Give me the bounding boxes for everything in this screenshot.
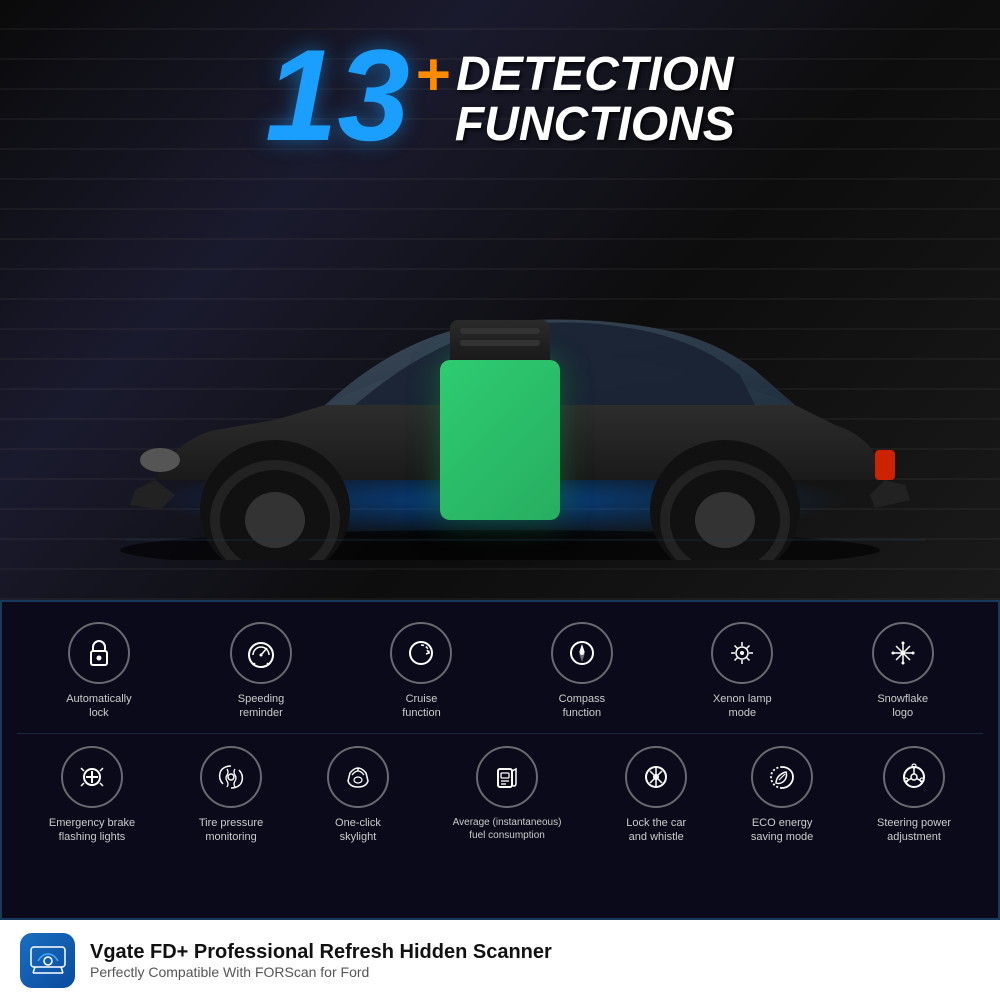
whistle-label: Lock the carand whistle <box>626 816 686 845</box>
detection-text: DETECTION FUNCTIONS <box>455 50 735 151</box>
feature-snowflake: Snowflakelogo <box>872 622 934 721</box>
eco-icon <box>751 746 813 808</box>
plus-sign: + <box>415 45 450 105</box>
feature-emergency-brake: Emergency brakeflashing lights <box>49 746 135 845</box>
device-connector <box>450 320 550 360</box>
snowflake-icon <box>872 622 934 684</box>
row-divider <box>17 733 983 734</box>
snowflake-label: Snowflakelogo <box>877 692 928 721</box>
bottom-text-container: Vgate FD+ Professional Refresh Hidden Sc… <box>90 941 552 980</box>
number-display: 13 <box>265 30 410 160</box>
steering-icon <box>883 746 945 808</box>
feature-steering: Steering poweradjustment <box>877 746 951 845</box>
detection-line1: DETECTION <box>455 50 735 100</box>
speeding-icon <box>230 622 292 684</box>
emergency-brake-label: Emergency brakeflashing lights <box>49 816 135 845</box>
cruise-icon <box>390 622 452 684</box>
xenon-icon <box>711 622 773 684</box>
detection-line2: FUNCTIONS <box>455 100 735 150</box>
device-body <box>440 360 560 520</box>
auto-lock-icon <box>68 622 130 684</box>
fuel-label: Average (instantaneous)fuel consumption <box>453 816 562 842</box>
bottom-title: Vgate FD+ Professional Refresh Hidden Sc… <box>90 941 552 964</box>
feature-eco: ECO energysaving mode <box>751 746 813 845</box>
auto-lock-label: Automaticallylock <box>66 692 131 721</box>
features-section: Automaticallylock Speedingreminder <box>0 600 1000 920</box>
speeding-label: Speedingreminder <box>238 692 285 721</box>
feature-whistle: Lock the carand whistle <box>625 746 687 845</box>
compass-icon <box>551 622 613 684</box>
feature-tire-pressure: Tire pressuremonitoring <box>199 746 263 845</box>
app-icon <box>20 933 75 988</box>
feature-skylight: One-clickskylight <box>327 746 389 845</box>
main-container: 13 + DETECTION FUNCTIONS <box>0 0 1000 1000</box>
feature-auto-lock: Automaticallylock <box>66 622 131 721</box>
steering-label: Steering poweradjustment <box>877 816 951 845</box>
eco-label: ECO energysaving mode <box>751 816 813 845</box>
features-row1: Automaticallylock Speedingreminder <box>17 622 983 721</box>
xenon-label: Xenon lampmode <box>713 692 772 721</box>
feature-speeding: Speedingreminder <box>230 622 292 721</box>
feature-xenon: Xenon lampmode <box>711 622 773 721</box>
tire-pressure-icon <box>200 746 262 808</box>
bottom-subtitle: Perfectly Compatible With FORScan for Fo… <box>90 964 552 980</box>
fuel-icon <box>476 746 538 808</box>
tire-pressure-label: Tire pressuremonitoring <box>199 816 263 845</box>
obd-device <box>440 320 560 520</box>
bottom-bar: Vgate FD+ Professional Refresh Hidden Sc… <box>0 920 1000 1000</box>
emergency-brake-icon <box>61 746 123 808</box>
features-row2: Emergency brakeflashing lights Tire pres… <box>17 746 983 845</box>
compass-label: Compassfunction <box>559 692 605 721</box>
feature-compass: Compassfunction <box>551 622 613 721</box>
whistle-icon <box>625 746 687 808</box>
cruise-label: Cruisefunction <box>402 692 441 721</box>
feature-cruise: Cruisefunction <box>390 622 452 721</box>
title-container: 13 + DETECTION FUNCTIONS <box>265 30 735 160</box>
feature-fuel: Average (instantaneous)fuel consumption <box>453 746 562 845</box>
skylight-label: One-clickskylight <box>335 816 381 845</box>
hero-section: 13 + DETECTION FUNCTIONS <box>0 0 1000 600</box>
skylight-icon <box>327 746 389 808</box>
